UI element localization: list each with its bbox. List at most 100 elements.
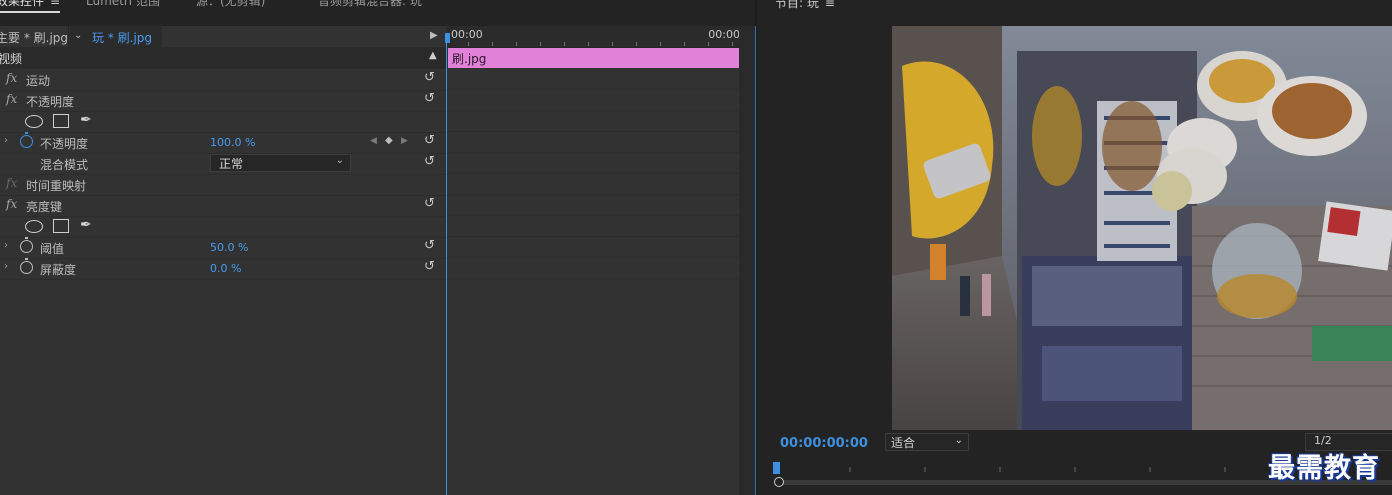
chevron-down-icon[interactable]: ⌄ [74,30,82,41]
playhead-line[interactable] [446,33,447,495]
ruler-tick [516,42,517,46]
divider [446,173,739,174]
playhead-handle[interactable] [445,33,450,43]
fx-icon[interactable]: fx [6,71,17,85]
ruler-tick [732,42,733,46]
playhead-timecode[interactable]: 00:00:00:00 [780,436,868,451]
blend-mode-dropdown[interactable]: 正常 ⌄ [210,154,351,172]
add-keyframe-icon[interactable]: ◆ [385,135,393,146]
chevron-right-icon[interactable]: › [4,240,8,251]
opacity-value[interactable]: 100.0 % [210,136,255,149]
cutoff-value[interactable]: 0.0 % [210,262,241,275]
divider [68,26,69,47]
mask-tools-row: ✒ [0,216,446,238]
monitor-playhead[interactable] [773,462,780,474]
chevron-down-icon: ⌄ [335,155,344,166]
property-row-blend-mode: 混合模式 正常 ⌄ ↺ [0,153,446,175]
pen-mask-icon[interactable]: ✒ [80,112,92,128]
divider [446,110,739,111]
panel-scroll-gutter [739,26,755,495]
threshold-value[interactable]: 50.0 % [210,241,248,254]
property-name: 屏蔽度 [40,263,77,277]
section-label: 视频 [0,52,23,66]
divider [446,278,739,279]
ruler-tick [660,42,661,46]
divider [446,152,739,153]
effect-name: 不透明度 [26,95,75,109]
divider [446,236,739,237]
rectangle-mask-icon[interactable] [53,114,69,128]
tab-lumetri-scopes[interactable]: Lumetri 范围 [86,0,160,12]
reset-icon[interactable]: ↺ [424,133,435,148]
sequence-clip-tab[interactable]: ⌄ 玩 * 刷.jpg [70,26,162,47]
divider [446,215,739,216]
property-row-opacity: › 不透明度 100.0 % ◀ ◆ ▶ ↺ [0,132,446,154]
collapse-up-icon[interactable]: ▲ [429,50,437,61]
effect-name: 时间重映射 [26,179,87,193]
start-time: 00:00 [451,28,483,41]
reset-icon[interactable]: ↺ [424,154,435,169]
fx-icon[interactable]: fx [6,92,17,106]
effect-row-luma-key[interactable]: fx 亮度键 ↺ [0,195,446,217]
ruler-tick [636,42,637,46]
ruler-tick [540,42,541,46]
divider [446,257,739,258]
tab-audio-clip-mixer[interactable]: 音频剪辑混合器: 玩 [318,0,422,12]
ruler-tick [708,42,709,46]
ruler-tick [468,42,469,46]
tab-source[interactable]: 源：(无剪辑) [196,0,265,12]
program-monitor-title[interactable]: 节目: 玩 ≡ [775,0,835,11]
effect-row-opacity[interactable]: fx 不透明度 ↺ [0,90,446,112]
prev-keyframe-icon[interactable]: ◀ [370,136,377,146]
scroll-handle[interactable] [774,477,784,487]
property-row-threshold: › 阈值 50.0 % ↺ [0,237,446,259]
chevron-right-icon[interactable]: › [4,261,8,272]
end-time: 00:00 [708,28,740,41]
stopwatch-icon[interactable] [20,258,33,274]
timeline-clip[interactable]: 刷.jpg [448,48,739,68]
next-keyframe-icon[interactable]: ▶ [401,136,408,146]
fx-icon[interactable]: fx [6,197,17,211]
effect-name: 亮度键 [26,200,63,214]
fx-icon: fx [6,176,18,190]
chevron-down-icon: ⌄ [954,435,963,446]
sequence-clip-label[interactable]: 玩 * 刷.jpg [92,29,152,46]
ellipse-mask-icon[interactable] [25,220,43,233]
reset-icon[interactable]: ↺ [424,259,435,274]
panel-menu-icon[interactable]: ≡ [825,0,835,10]
program-video-frame[interactable] [892,26,1392,430]
source-clip-label[interactable]: 主要 * 刷.jpg [0,29,68,46]
reset-icon[interactable]: ↺ [424,91,435,106]
effect-row-motion[interactable]: fx 运动 ↺ [0,69,446,91]
panel-tab-bar: 效果控件 ≡ Lumetri 范围 源：(无剪辑) 音频剪辑混合器: 玩 [0,0,755,26]
divider [446,131,739,132]
chevron-right-icon[interactable]: › [4,135,8,146]
ellipse-mask-icon[interactable] [25,115,43,128]
tab-effect-controls[interactable]: 效果控件 ≡ [0,0,61,13]
stopwatch-icon[interactable] [20,237,33,253]
divider [446,89,739,90]
panel-menu-icon[interactable]: ≡ [50,0,60,8]
reset-icon[interactable]: ↺ [424,238,435,253]
video-section-header[interactable]: 视频 ▲ [0,47,446,69]
effect-name: 运动 [26,74,51,88]
mask-tools-row: ✒ [0,111,446,133]
stopwatch-icon[interactable] [20,132,33,148]
reset-icon[interactable]: ↺ [424,196,435,211]
reset-icon[interactable]: ↺ [424,70,435,85]
rectangle-mask-icon[interactable] [53,219,69,233]
ruler-tick [588,42,589,46]
play-triangle-icon[interactable]: ▶ [430,30,438,41]
effect-row-time-remap[interactable]: fx 时间重映射 [0,174,446,196]
pen-mask-icon[interactable]: ✒ [80,217,92,233]
program-monitor-panel: 节目: 玩 ≡ 00:00:00:00 适合 ⌄ 1/2 最需教育 [757,0,1392,495]
clip-selector-row: 主要 * 刷.jpg ⌄ 玩 * 刷.jpg ▶ [0,26,446,48]
property-name: 不透明度 [40,137,89,151]
effect-controls-timeline[interactable]: 00:00 00:00 刷.jpg [446,26,740,495]
watermark-logo: 最需教育 [1268,453,1380,484]
time-ruler[interactable]: 00:00 00:00 [446,26,740,48]
effect-controls-panel: 主要 * 刷.jpg ⌄ 玩 * 刷.jpg ▶ 视频 ▲ fx 运动 ↺ fx… [0,26,755,495]
ruler-tick [492,42,493,46]
zoom-level-dropdown[interactable]: 适合 ⌄ [885,433,969,451]
property-name: 阈值 [40,242,65,256]
